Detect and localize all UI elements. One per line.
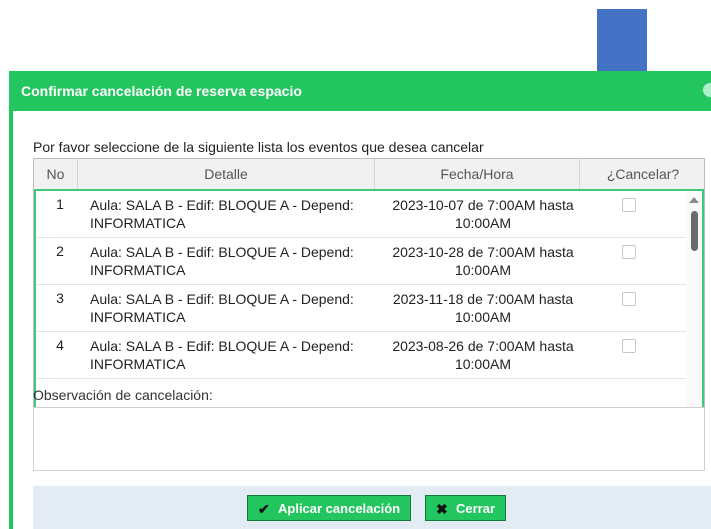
row-detalle: Aula: SALA B - Edif: BLOQUE A - Depend: …: [90, 196, 380, 232]
detalle-line1: Aula: SALA B - Edif: BLOQUE A - Depend:: [90, 291, 354, 307]
fecha-line1: 2023-11-18 de 7:00AM hasta: [392, 291, 574, 307]
table-row: 1 Aula: SALA B - Edif: BLOQUE A - Depend…: [36, 191, 686, 238]
table-header: No Detalle Fecha/Hora ¿Cancelar?: [34, 159, 704, 190]
row-no: 4: [56, 337, 64, 353]
dialog-title: Confirmar cancelación de reserva espacio: [21, 83, 302, 99]
fecha-line1: 2023-10-28 de 7:00AM hasta: [392, 244, 574, 260]
fecha-line2: 10:00AM: [454, 309, 512, 325]
fecha-line2: 10:00AM: [454, 356, 512, 372]
detalle-line2: INFORMATICA: [90, 262, 186, 278]
cancel-reservation-dialog: Confirmar cancelación de reserva espacio…: [9, 71, 711, 529]
cancel-checkbox[interactable]: [622, 245, 636, 259]
close-button-label: Cerrar: [456, 501, 496, 516]
scroll-thumb[interactable]: [691, 211, 698, 251]
x-icon: ✖: [436, 501, 448, 517]
detalle-line2: INFORMATICA: [90, 309, 186, 325]
observacion-label: Observación de cancelación:: [33, 387, 213, 403]
dialog-close-icon[interactable]: [703, 83, 711, 97]
fecha-line2: 10:00AM: [454, 262, 512, 278]
header-fecha: Fecha/Hora: [375, 159, 580, 189]
fecha-line2: 10:00AM: [454, 215, 512, 231]
table-row: 2 Aula: SALA B - Edif: BLOQUE A - Depend…: [36, 238, 686, 285]
row-detalle: Aula: SALA B - Edif: BLOQUE A - Depend: …: [90, 337, 380, 373]
detalle-line1: Aula: SALA B - Edif: BLOQUE A - Depend:: [90, 197, 354, 213]
row-fecha: 2023-10-28 de 7:00AM hasta 10:00AM: [378, 243, 588, 279]
row-fecha: 2023-11-18 de 7:00AM hasta 10:00AM: [378, 290, 588, 326]
dialog-footer: ✔ Aplicar cancelación ✖ Cerrar: [33, 486, 711, 529]
row-no: 1: [56, 196, 64, 212]
apply-cancellation-button[interactable]: ✔ Aplicar cancelación: [247, 495, 412, 521]
cancel-checkbox[interactable]: [622, 292, 636, 306]
header-cancelar: ¿Cancelar?: [606, 166, 680, 182]
dialog-titlebar: Confirmar cancelación de reserva espacio: [13, 71, 711, 111]
fecha-line1: 2023-08-26 de 7:00AM hasta: [392, 338, 574, 354]
fecha-line1: 2023-10-07 de 7:00AM hasta: [392, 197, 574, 213]
check-icon: ✔: [258, 501, 270, 517]
row-no: 3: [56, 290, 64, 306]
cancel-checkbox[interactable]: [622, 198, 636, 212]
row-fecha: 2023-08-26 de 7:00AM hasta 10:00AM: [378, 337, 588, 373]
apply-button-label: Aplicar cancelación: [278, 501, 401, 516]
table-row: 4 Aula: SALA B - Edif: BLOQUE A - Depend…: [36, 332, 686, 379]
detalle-line2: INFORMATICA: [90, 215, 186, 231]
detalle-line1: Aula: SALA B - Edif: BLOQUE A - Depend:: [90, 338, 354, 354]
scroll-up-icon[interactable]: [689, 197, 699, 203]
row-fecha: 2023-10-07 de 7:00AM hasta 10:00AM: [378, 196, 588, 232]
row-detalle: Aula: SALA B - Edif: BLOQUE A - Depend: …: [90, 243, 380, 279]
detalle-line1: Aula: SALA B - Edif: BLOQUE A - Depend:: [90, 244, 354, 260]
detalle-line2: INFORMATICA: [90, 356, 186, 372]
instructions-text: Por favor seleccione de la siguiente lis…: [33, 139, 484, 155]
row-detalle: Aula: SALA B - Edif: BLOQUE A - Depend: …: [90, 290, 380, 326]
header-no: No: [34, 159, 78, 189]
table-row: 3 Aula: SALA B - Edif: BLOQUE A - Depend…: [36, 285, 686, 332]
cancel-checkbox[interactable]: [622, 339, 636, 353]
observacion-textarea[interactable]: [33, 407, 705, 471]
close-button[interactable]: ✖ Cerrar: [425, 495, 507, 521]
row-no: 2: [56, 243, 64, 259]
header-detalle: Detalle: [78, 159, 375, 189]
